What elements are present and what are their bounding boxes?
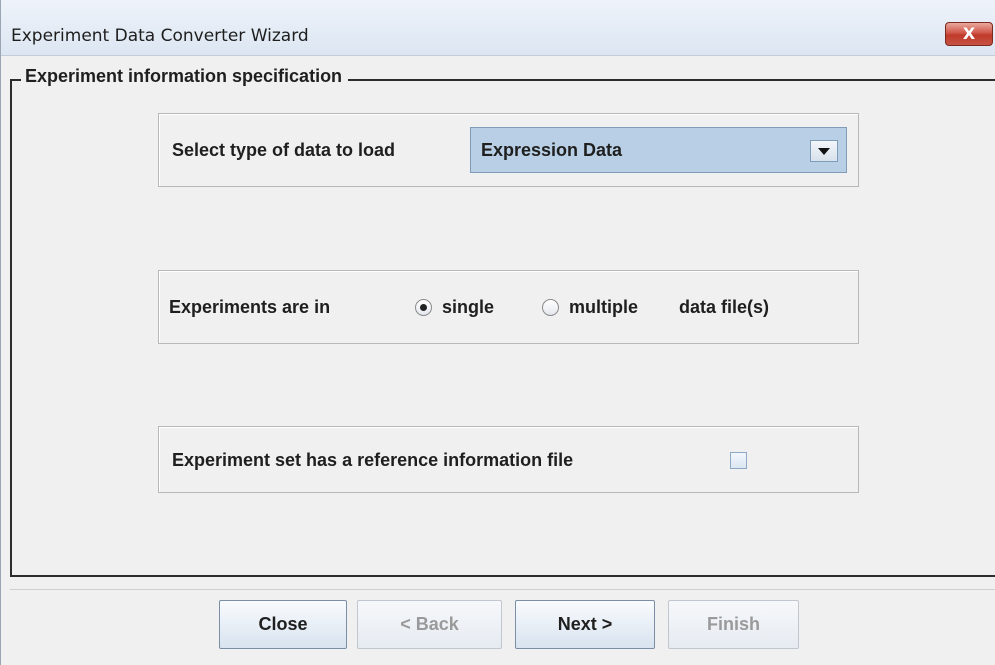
close-button[interactable]: Close xyxy=(219,600,347,649)
close-icon: X xyxy=(962,24,976,43)
radio-multiple[interactable] xyxy=(542,299,559,316)
close-window-button[interactable]: X xyxy=(945,22,993,46)
button-bar-separator xyxy=(10,589,995,590)
data-type-label: Select type of data to load xyxy=(172,140,396,160)
chevron-down-icon[interactable] xyxy=(810,140,838,162)
data-type-panel: Select type of data to load Expression D… xyxy=(158,113,859,187)
finish-button[interactable]: Finish xyxy=(668,600,799,649)
radio-multiple-label[interactable]: multiple xyxy=(569,297,638,318)
reference-checkbox[interactable] xyxy=(730,452,747,469)
files-panel: Experiments are in single multiple data … xyxy=(158,270,859,344)
wizard-window: Experiment Data Converter Wizard X Exper… xyxy=(0,0,995,665)
data-type-selected-value: Expression Data xyxy=(481,140,623,160)
back-button[interactable]: < Back xyxy=(357,600,502,649)
window-title: Experiment Data Converter Wizard xyxy=(11,26,309,46)
next-button[interactable]: Next > xyxy=(515,600,655,649)
data-type-dropdown[interactable]: Expression Data xyxy=(470,127,847,173)
files-suffix-label: data file(s) xyxy=(679,297,770,317)
radio-single-label[interactable]: single xyxy=(442,297,494,318)
title-bar: Experiment Data Converter Wizard X xyxy=(1,0,995,56)
reference-label: Experiment set has a reference informati… xyxy=(172,450,574,470)
reference-panel: Experiment set has a reference informati… xyxy=(158,426,859,493)
experiments-label: Experiments are in xyxy=(169,297,331,317)
radio-single[interactable] xyxy=(415,299,432,316)
group-title: Experiment information specification xyxy=(21,66,349,87)
